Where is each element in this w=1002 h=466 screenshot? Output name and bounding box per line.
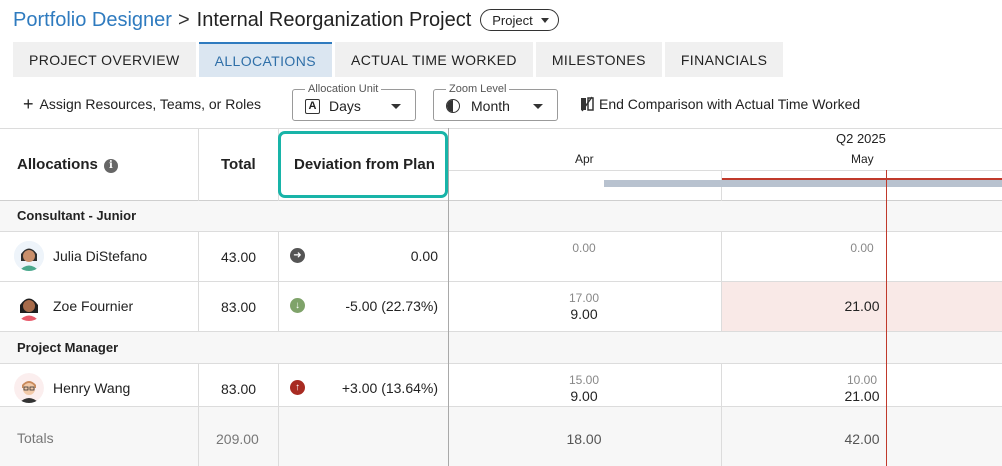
project-timeline-bar bbox=[604, 180, 1002, 187]
grid-line bbox=[449, 170, 1002, 171]
apr-actual: 9.00 bbox=[570, 306, 598, 322]
section-row-bg bbox=[0, 201, 1002, 231]
allocations-header: Allocations i bbox=[17, 156, 118, 173]
may-actual: 21.00 bbox=[844, 298, 880, 314]
row-deviation: -5.00 (22.73%) bbox=[345, 298, 438, 314]
grid-line bbox=[198, 363, 199, 466]
apr-planned: 15.00 bbox=[568, 373, 600, 387]
end-comparison-button[interactable]: End Comparison with Actual Time Worked bbox=[580, 96, 860, 112]
row-total: 83.00 bbox=[221, 299, 257, 315]
grid-line bbox=[448, 128, 449, 466]
row-deviation: 0.00 bbox=[410, 248, 438, 264]
calendar-a-icon: A bbox=[305, 98, 320, 114]
allocation-unit-legend: Allocation Unit bbox=[305, 83, 382, 95]
tab-financials[interactable]: FINANCIALS bbox=[664, 42, 784, 77]
section-title: Consultant - Junior bbox=[17, 208, 137, 223]
chevron-down-icon bbox=[391, 104, 401, 109]
resource-name[interactable]: Henry Wang bbox=[53, 380, 130, 396]
totals-total: 209.00 bbox=[216, 431, 259, 447]
allocation-unit-select[interactable]: Allocation Unit A Days bbox=[292, 83, 416, 121]
zoom-level-value: Month bbox=[471, 98, 510, 114]
grid-line bbox=[198, 231, 199, 332]
grid-line bbox=[0, 128, 1002, 129]
resource-name[interactable]: Julia DiStefano bbox=[53, 248, 147, 264]
allocations-header-label: Allocations bbox=[17, 156, 98, 173]
plus-icon: + bbox=[23, 94, 34, 114]
tab-bar: PROJECT OVERVIEW ALLOCATIONS ACTUAL TIME… bbox=[13, 42, 786, 77]
may-planned: 0.00 bbox=[850, 241, 874, 255]
breadcrumb-separator: > bbox=[177, 8, 190, 31]
chevron-down-icon bbox=[533, 104, 543, 109]
tab-project-overview[interactable]: PROJECT OVERVIEW bbox=[13, 42, 196, 77]
compare-icon bbox=[581, 96, 594, 112]
end-comparison-label: End Comparison with Actual Time Worked bbox=[599, 96, 861, 112]
grid-line bbox=[721, 363, 722, 466]
resource-name[interactable]: Zoe Fournier bbox=[53, 298, 133, 314]
project-type-label: Project bbox=[492, 12, 533, 28]
apr-planned: 17.00 bbox=[568, 291, 600, 305]
half-moon-icon bbox=[446, 99, 460, 113]
breadcrumb: Portfolio Designer > Internal Reorganiza… bbox=[13, 7, 559, 33]
tab-milestones[interactable]: MILESTONES bbox=[535, 42, 662, 77]
total-header: Total bbox=[221, 156, 256, 173]
may-actual: 21.00 bbox=[844, 388, 880, 404]
project-type-dropdown[interactable]: Project bbox=[480, 9, 559, 31]
avatar bbox=[14, 241, 44, 271]
tab-actual-time-worked[interactable]: ACTUAL TIME WORKED bbox=[334, 42, 533, 77]
zoom-level-legend: Zoom Level bbox=[446, 83, 510, 95]
month-label-may: May bbox=[851, 152, 874, 166]
grid-line bbox=[0, 406, 1002, 407]
zoom-level-select[interactable]: Zoom Level Month bbox=[433, 83, 558, 121]
quarter-label: Q2 2025 bbox=[836, 131, 886, 146]
info-icon[interactable]: i bbox=[103, 158, 118, 173]
today-marker-bar bbox=[722, 178, 1002, 180]
section-row-bg bbox=[0, 332, 1002, 363]
row-total: 43.00 bbox=[221, 249, 257, 265]
apr-actual: 9.00 bbox=[570, 388, 598, 404]
month-label-apr: Apr bbox=[575, 152, 594, 166]
may-planned: 10.00 bbox=[846, 373, 878, 387]
grid-line bbox=[198, 128, 199, 201]
allocation-unit-value: Days bbox=[329, 98, 361, 114]
totals-may: 42.00 bbox=[844, 431, 880, 447]
grid-line bbox=[278, 231, 279, 332]
today-line bbox=[886, 170, 887, 466]
row-total: 83.00 bbox=[221, 381, 257, 397]
breadcrumb-portfolio-designer[interactable]: Portfolio Designer bbox=[13, 9, 172, 32]
grid-line bbox=[0, 363, 1002, 364]
assign-resources-label: Assign Resources, Teams, or Roles bbox=[39, 96, 262, 112]
totals-label: Totals bbox=[17, 430, 54, 446]
avatar bbox=[14, 373, 44, 403]
toolbar: + Assign Resources, Teams, or Roles Allo… bbox=[0, 83, 1002, 124]
page-title: Internal Reorganization Project bbox=[196, 8, 472, 31]
section-title: Project Manager bbox=[17, 340, 119, 355]
grid-line bbox=[278, 363, 279, 466]
row-deviation: +3.00 (13.64%) bbox=[341, 380, 438, 396]
grid-line bbox=[0, 331, 1002, 332]
chevron-down-icon bbox=[540, 17, 549, 23]
grid-line bbox=[721, 231, 722, 332]
totals-apr: 18.00 bbox=[566, 431, 602, 447]
grid-line bbox=[0, 231, 1002, 232]
tab-allocations[interactable]: ALLOCATIONS bbox=[198, 42, 332, 77]
deviation-header-highlight bbox=[278, 131, 448, 198]
avatar bbox=[14, 291, 44, 321]
apr-planned: 0.00 bbox=[572, 241, 596, 255]
assign-resources-button[interactable]: + Assign Resources, Teams, or Roles bbox=[23, 94, 262, 114]
